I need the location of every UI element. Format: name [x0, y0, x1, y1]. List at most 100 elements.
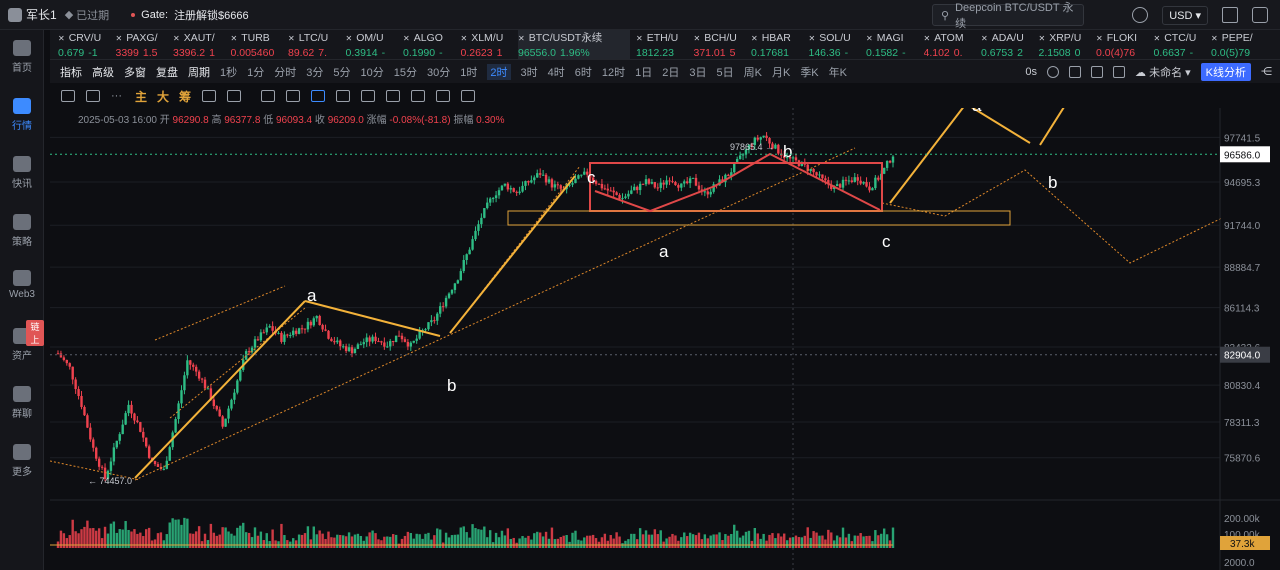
filter-icon[interactable]	[436, 90, 451, 102]
volume-bar	[797, 537, 801, 548]
ticker-item[interactable]: BCH/U371.015	[694, 30, 748, 59]
ticker-item[interactable]: SOL/U146.36-	[809, 30, 863, 59]
candle-body	[609, 190, 612, 192]
sidebar-item-label: 群聊	[12, 409, 32, 420]
layout-name[interactable]: ☁ 未命名 ▾	[1135, 64, 1191, 80]
ticker-item[interactable]: PAXG/33991.5	[116, 30, 170, 59]
brush-icon[interactable]	[411, 90, 426, 102]
compare-icon[interactable]	[202, 90, 217, 102]
promo-notice[interactable]: Gate: 注册解锁$6666	[131, 7, 249, 23]
period-item[interactable]: 3日	[689, 64, 706, 80]
profile-icon[interactable]	[1252, 7, 1268, 23]
volume-bar	[250, 537, 254, 548]
ticker-item[interactable]: XLM/U0.26231	[461, 30, 515, 59]
ruler-icon[interactable]	[286, 90, 301, 102]
period-item[interactable]: 高级	[92, 64, 114, 80]
ticker-item[interactable]: PEPE/0.0(5)79	[1211, 30, 1265, 59]
ticker-item[interactable]: LTC/U89.627.	[288, 30, 342, 59]
ticker-item[interactable]: XRP/U2.15080	[1039, 30, 1093, 59]
layout-icon[interactable]	[1091, 65, 1104, 78]
candle-body	[197, 371, 201, 379]
period-item[interactable]: 周期	[188, 64, 210, 80]
sidebar-item-more[interactable]: 更多	[0, 444, 44, 478]
sidebar-item-strategy[interactable]: 策略	[0, 214, 44, 248]
sidebar-item-market[interactable]: 行情	[0, 98, 44, 132]
period-item[interactable]: 指标	[60, 64, 82, 80]
currency-select[interactable]: USD ▾	[1162, 5, 1208, 25]
period-item[interactable]: 复盘	[156, 64, 178, 80]
period-item[interactable]: 6时	[575, 64, 592, 80]
period-item[interactable]: 2日	[662, 64, 679, 80]
kline-analysis-button[interactable]: K线分析	[1200, 62, 1251, 81]
sidebar-item-assets[interactable]: 链上 资产	[0, 320, 44, 362]
more-icon[interactable]: ···	[111, 90, 125, 102]
volume-tick: 200.00k	[1224, 514, 1261, 525]
period-item[interactable]: 季K	[800, 64, 818, 80]
share-icon[interactable]: ⋲	[1261, 65, 1272, 78]
ticker-item[interactable]: MAGI0.1582-	[866, 30, 920, 59]
candle-body	[547, 179, 551, 183]
candles-icon[interactable]	[336, 90, 351, 102]
trash-icon[interactable]	[461, 90, 476, 102]
camera-icon[interactable]	[1047, 65, 1060, 78]
indicator-main[interactable]: 主	[135, 88, 147, 105]
period-item[interactable]: 4时	[548, 64, 565, 80]
ticker-item[interactable]: ALGO0.1990-	[403, 30, 457, 59]
text-icon[interactable]	[227, 90, 242, 102]
ticker-item[interactable]: BTC/USDT永续96556.01.96%	[518, 30, 630, 59]
period-item[interactable]: 12时	[602, 64, 625, 80]
ticker-item[interactable]: ADA/U0.67532	[981, 30, 1035, 59]
period-item[interactable]: 5分	[333, 64, 350, 80]
period-item[interactable]: 3分	[306, 64, 323, 80]
candle-body	[315, 315, 318, 319]
period-item[interactable]: 1秒	[220, 64, 237, 80]
ticker-item[interactable]: FLOKI0.0(4)76	[1096, 30, 1150, 59]
fullscreen-icon[interactable]	[1113, 65, 1126, 78]
period-item[interactable]: 30分	[427, 64, 450, 80]
price-chart[interactable]: 2025-05-03 16:00 开 96290.8 高 96377.8 低 9…	[49, 57, 1280, 570]
chart-canvas[interactable]: abcabcabc97865.4 →← 74457.097741.594695.…	[49, 57, 1280, 570]
period-item[interactable]: 年K	[829, 64, 847, 80]
period-item[interactable]: 月K	[772, 64, 790, 80]
ticker-item[interactable]: ETH/U1812.23	[636, 30, 690, 59]
period-item[interactable]: 3时	[521, 64, 538, 80]
settings-icon[interactable]	[1132, 7, 1149, 23]
pen-icon[interactable]	[1069, 65, 1082, 78]
ticker-item[interactable]: XAUT/3396.21	[173, 30, 227, 59]
sidebar-item-web3[interactable]: Web3	[0, 270, 44, 300]
ticker-change: 5	[729, 47, 736, 59]
period-item[interactable]: 10分	[361, 64, 384, 80]
ticker-item[interactable]: TURB0.005460	[231, 30, 285, 59]
indicator-big[interactable]: 大	[157, 88, 169, 105]
period-item[interactable]: 1时	[460, 64, 477, 80]
mail-icon[interactable]	[1222, 7, 1238, 23]
period-item[interactable]: 多窗	[124, 64, 146, 80]
period-item[interactable]: 1日	[635, 64, 652, 80]
ticker-price-value: 0.6637	[1153, 47, 1186, 59]
ticker-item[interactable]: ATOM4.1020.	[924, 30, 978, 59]
ticker-item[interactable]: CTC/U0.6637-	[1153, 30, 1208, 59]
period-item[interactable]: 15分	[394, 64, 417, 80]
period-item[interactable]: 2时	[487, 63, 511, 80]
sidebar-item-home[interactable]: 首页	[0, 40, 44, 74]
ticker-item[interactable]: OM/U0.3914-	[346, 30, 400, 59]
note-icon[interactable]	[386, 90, 401, 102]
period-item[interactable]: 5日	[717, 64, 734, 80]
expired-badge[interactable]: ◆ 已过期	[65, 7, 109, 23]
select-icon[interactable]	[261, 90, 276, 102]
sidebar-item-news[interactable]: 快讯	[0, 156, 44, 190]
indicator-chips[interactable]: 筹	[179, 88, 191, 105]
candle-body	[77, 389, 80, 397]
ticker-item[interactable]: CRV/U0.679-1	[58, 30, 112, 59]
user-menu[interactable]: 军长1	[8, 6, 57, 23]
measure-icon[interactable]	[361, 90, 376, 102]
period-item[interactable]: 周K	[744, 64, 762, 80]
search-input[interactable]: ⚲ Deepcoin BTC/USDT 永续	[932, 2, 1084, 30]
period-item[interactable]: 分时	[274, 64, 296, 80]
trendline-icon[interactable]	[311, 90, 326, 102]
ticker-item[interactable]: HBAR0.17681	[751, 30, 805, 59]
period-item[interactable]: 1分	[247, 64, 264, 80]
sidebar-item-chat[interactable]: 群聊	[0, 386, 44, 420]
menu-icon[interactable]	[86, 90, 100, 102]
pencil-icon[interactable]	[61, 90, 75, 102]
